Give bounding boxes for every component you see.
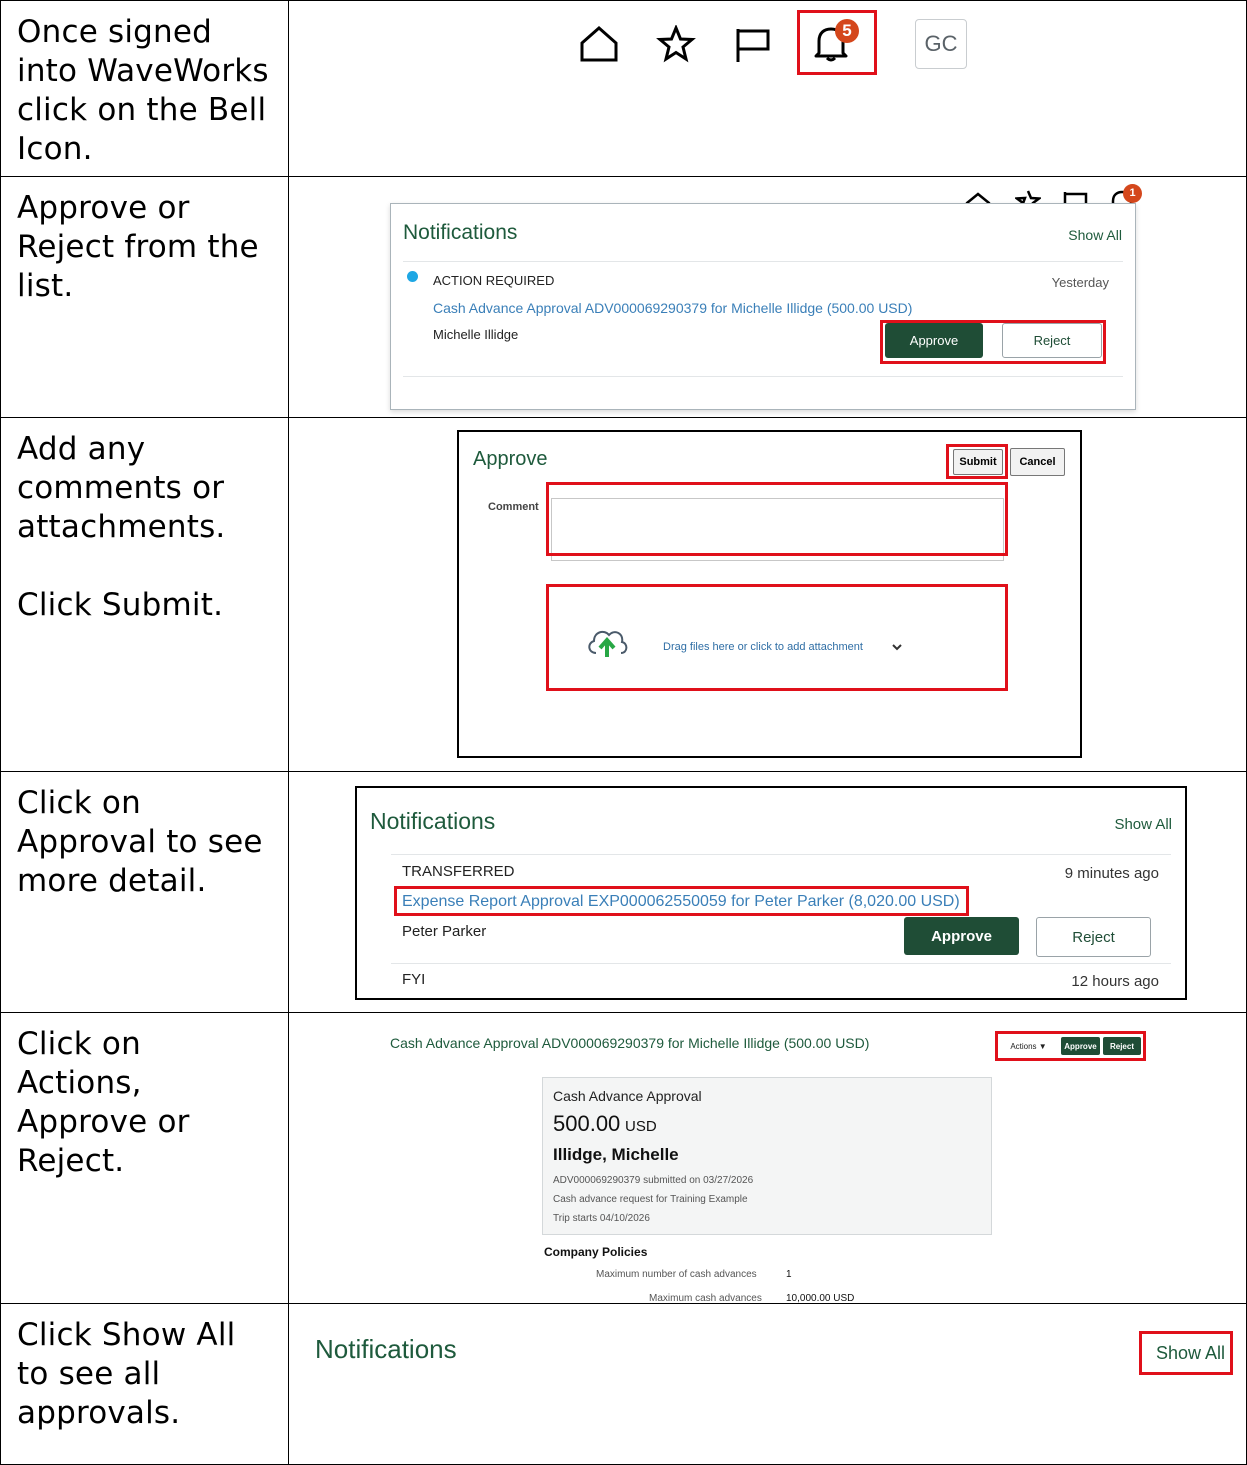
approval-header: Cash Advance Approval ADV000069290379 fo… — [390, 1035, 870, 1051]
approval-detail-screenshot: Cash Advance Approval ADV000069290379 fo… — [289, 1013, 1246, 1304]
cancel-button[interactable]: Cancel — [1010, 448, 1065, 476]
notification-count-badge: 5 — [835, 19, 859, 43]
step-row-2: Approve or Reject from the list. 1 Notif… — [0, 176, 1247, 418]
card-purpose-line: Cash advance request for Training Exampl… — [553, 1194, 748, 1205]
approval-card: Cash Advance Approval 500.00 USD Illidge… — [542, 1077, 992, 1235]
approve-button[interactable]: Approve — [904, 917, 1019, 955]
policy-value: 1 — [786, 1269, 792, 1280]
notification-count-badge: 1 — [1123, 184, 1142, 203]
card-currency: USD — [625, 1118, 657, 1135]
step-row-4: Click on Approval to see more detail. No… — [0, 771, 1247, 1013]
flag-icon[interactable] — [735, 27, 771, 63]
show-all-highlight — [1139, 1331, 1233, 1375]
show-all-link[interactable]: Show All — [1068, 227, 1122, 243]
notification-person: Michelle Illidge — [433, 327, 519, 342]
step-row-3: Add any comments or attachments. Click S… — [0, 417, 1247, 772]
show-all-link[interactable]: Show All — [1114, 816, 1172, 833]
show-all-screenshot: Notifications Show All — [289, 1304, 1246, 1464]
actions-highlight — [995, 1031, 1146, 1061]
notifications-detail-screenshot: Notifications Show All TRANSFERRED 9 min… — [289, 772, 1246, 1012]
submit-highlight — [946, 444, 1008, 479]
step-instruction: Click on Actions, Approve or Reject. — [17, 1026, 190, 1179]
notification-time: 12 hours ago — [1071, 973, 1159, 990]
policy-label: Maximum cash advances — [649, 1293, 762, 1304]
card-submission-line: ADV000069290379 submitted on 03/27/2026 — [553, 1175, 754, 1186]
notifications-panel: Notifications Show All ACTION REQUIRED Y… — [390, 203, 1136, 410]
dialog-title: Approve — [473, 448, 548, 470]
toolbar-screenshot: 5 GC — [289, 1, 1246, 176]
card-title: Cash Advance Approval — [553, 1088, 702, 1104]
step-instruction: Click Show All to see all approvals. — [17, 1317, 236, 1431]
card-employee-name: Illidge, Michelle — [553, 1145, 679, 1164]
policy-value: 10,000.00 USD — [786, 1293, 855, 1304]
policy-label: Maximum number of cash advances — [596, 1269, 757, 1280]
step-instruction: Click on Approval to see more detail. — [17, 785, 263, 899]
step-instruction: Add any comments or attachments. Click S… — [17, 431, 226, 623]
star-icon[interactable] — [656, 25, 696, 63]
step-instruction: Approve or Reject from the list. — [17, 190, 259, 304]
approval-link-highlight — [394, 886, 969, 916]
user-avatar[interactable]: GC — [915, 19, 967, 69]
notification-status: ACTION REQUIRED — [433, 273, 555, 288]
notifications-title: Notifications — [403, 221, 518, 244]
notification-person: Peter Parker — [402, 923, 487, 940]
step-row-6: Click Show All to see all approvals. Not… — [0, 1303, 1247, 1465]
approve-reject-highlight — [880, 320, 1106, 364]
notification-status: TRANSFERRED — [402, 863, 515, 880]
step-row-1: Once signed into WaveWorks click on the … — [0, 0, 1247, 177]
notifications-title: Notifications — [315, 1334, 457, 1364]
attachment-highlight — [546, 584, 1008, 691]
notifications-title: Notifications — [370, 808, 496, 834]
comment-highlight — [546, 482, 1008, 556]
notification-time: 9 minutes ago — [1064, 865, 1159, 882]
policies-title: Company Policies — [544, 1245, 648, 1259]
notification-time: Yesterday — [1051, 275, 1109, 290]
home-icon[interactable] — [579, 25, 619, 63]
notifications-popup-screenshot: 1 Notifications Show All ACTION REQUIRED… — [289, 177, 1246, 417]
notification-status: FYI — [402, 971, 426, 988]
card-amount: 500.00 — [553, 1111, 621, 1136]
unread-dot — [407, 271, 418, 282]
approve-dialog-screenshot: Approve Submit Cancel Comment Drag files… — [289, 418, 1246, 771]
instruction-table: Once signed into WaveWorks click on the … — [0, 0, 1247, 1465]
card-trip-line: Trip starts 04/10/2026 — [553, 1213, 650, 1224]
step-row-5: Click on Actions, Approve or Reject. Cas… — [0, 1012, 1247, 1304]
notification-link[interactable]: Cash Advance Approval ADV000069290379 fo… — [433, 300, 912, 316]
step-instruction: Once signed into WaveWorks click on the … — [17, 14, 269, 167]
reject-button[interactable]: Reject — [1036, 917, 1151, 957]
comment-label: Comment — [488, 501, 539, 513]
